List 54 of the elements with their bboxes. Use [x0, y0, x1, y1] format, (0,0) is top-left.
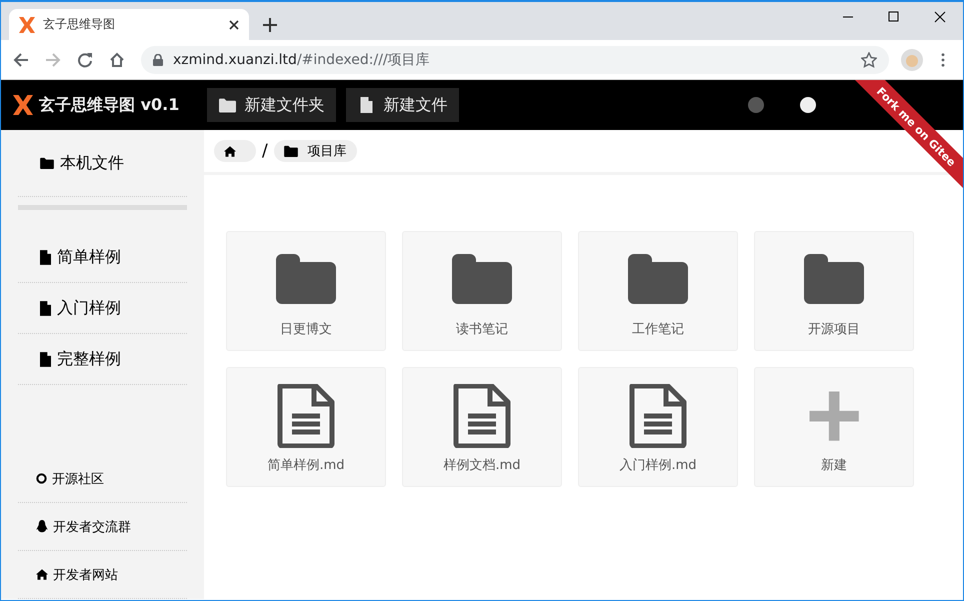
reload-icon[interactable]: [77, 52, 93, 68]
card-label: 开源项目: [808, 321, 860, 338]
new-file-button[interactable]: 新建文件: [346, 88, 460, 122]
file-icon: [40, 250, 51, 264]
sidebar-link[interactable]: 开源社区: [18, 455, 187, 503]
app-title: 玄子思维导图 v0.1: [39, 94, 180, 116]
address-bar[interactable]: xzmind.xuanzi.ltd/#indexed:///项目库: [141, 46, 889, 74]
breadcrumb-separator: /: [262, 141, 268, 161]
card-label: 工作笔记: [632, 321, 684, 338]
penguin-icon: [36, 520, 48, 533]
close-icon[interactable]: [229, 20, 239, 30]
new-folder-button[interactable]: 新建文件夹: [207, 88, 336, 122]
sidebar-link[interactable]: 开发者网站: [18, 551, 187, 599]
folder-card[interactable]: 读书笔记: [402, 231, 562, 351]
folder-card[interactable]: 工作笔记: [578, 231, 738, 351]
file-card[interactable]: 入门样例.md: [578, 367, 738, 487]
folder-icon: [219, 97, 236, 113]
theme-dot[interactable]: [748, 97, 764, 113]
card-label: 日更博文: [280, 321, 332, 338]
sidebar-item[interactable]: 入门样例: [18, 283, 187, 334]
back-icon[interactable]: [13, 52, 29, 68]
url-text: xzmind.xuanzi.ltd/#indexed:///项目库: [173, 50, 430, 68]
lock-icon: [153, 54, 163, 66]
menu-icon[interactable]: [941, 52, 945, 66]
sidebar-link[interactable]: 开发者交流群: [18, 503, 187, 551]
card-label: 读书笔记: [456, 321, 508, 338]
logo-icon: [13, 95, 33, 115]
breadcrumb-item[interactable]: [214, 140, 256, 162]
home-icon: [224, 146, 236, 156]
star-icon[interactable]: [861, 52, 877, 68]
new-item-card[interactable]: 新建: [754, 367, 914, 487]
sidebar-item[interactable]: 本机文件: [18, 130, 187, 197]
card-label: 入门样例.md: [619, 457, 697, 474]
folder-card[interactable]: 开源项目: [754, 231, 914, 351]
folder-icon: [284, 145, 298, 157]
logo-icon: [19, 16, 35, 32]
file-icon: [40, 300, 51, 316]
card-label: 样例文档.md: [443, 457, 521, 474]
file-card[interactable]: 样例文档.md: [402, 367, 562, 487]
breadcrumb-item[interactable]: 项目库: [274, 140, 357, 162]
sidebar-item[interactable]: 完整样例: [18, 334, 187, 385]
file-card[interactable]: 简单样例.md: [226, 367, 386, 487]
card-label: 新建: [821, 457, 847, 474]
folder-icon: [40, 157, 54, 169]
file-icon: [40, 352, 51, 366]
browser-tab[interactable]: 玄子思维导图: [9, 9, 249, 40]
card-label: 简单样例.md: [267, 457, 345, 474]
home-icon[interactable]: [109, 52, 125, 68]
sidebar-item[interactable]: 简单样例: [18, 232, 187, 283]
folder-card[interactable]: 日更博文: [226, 231, 386, 351]
theme-dot[interactable]: [800, 97, 816, 113]
home-icon: [36, 569, 48, 580]
plus-icon: [263, 18, 277, 32]
file-icon: [358, 97, 376, 113]
